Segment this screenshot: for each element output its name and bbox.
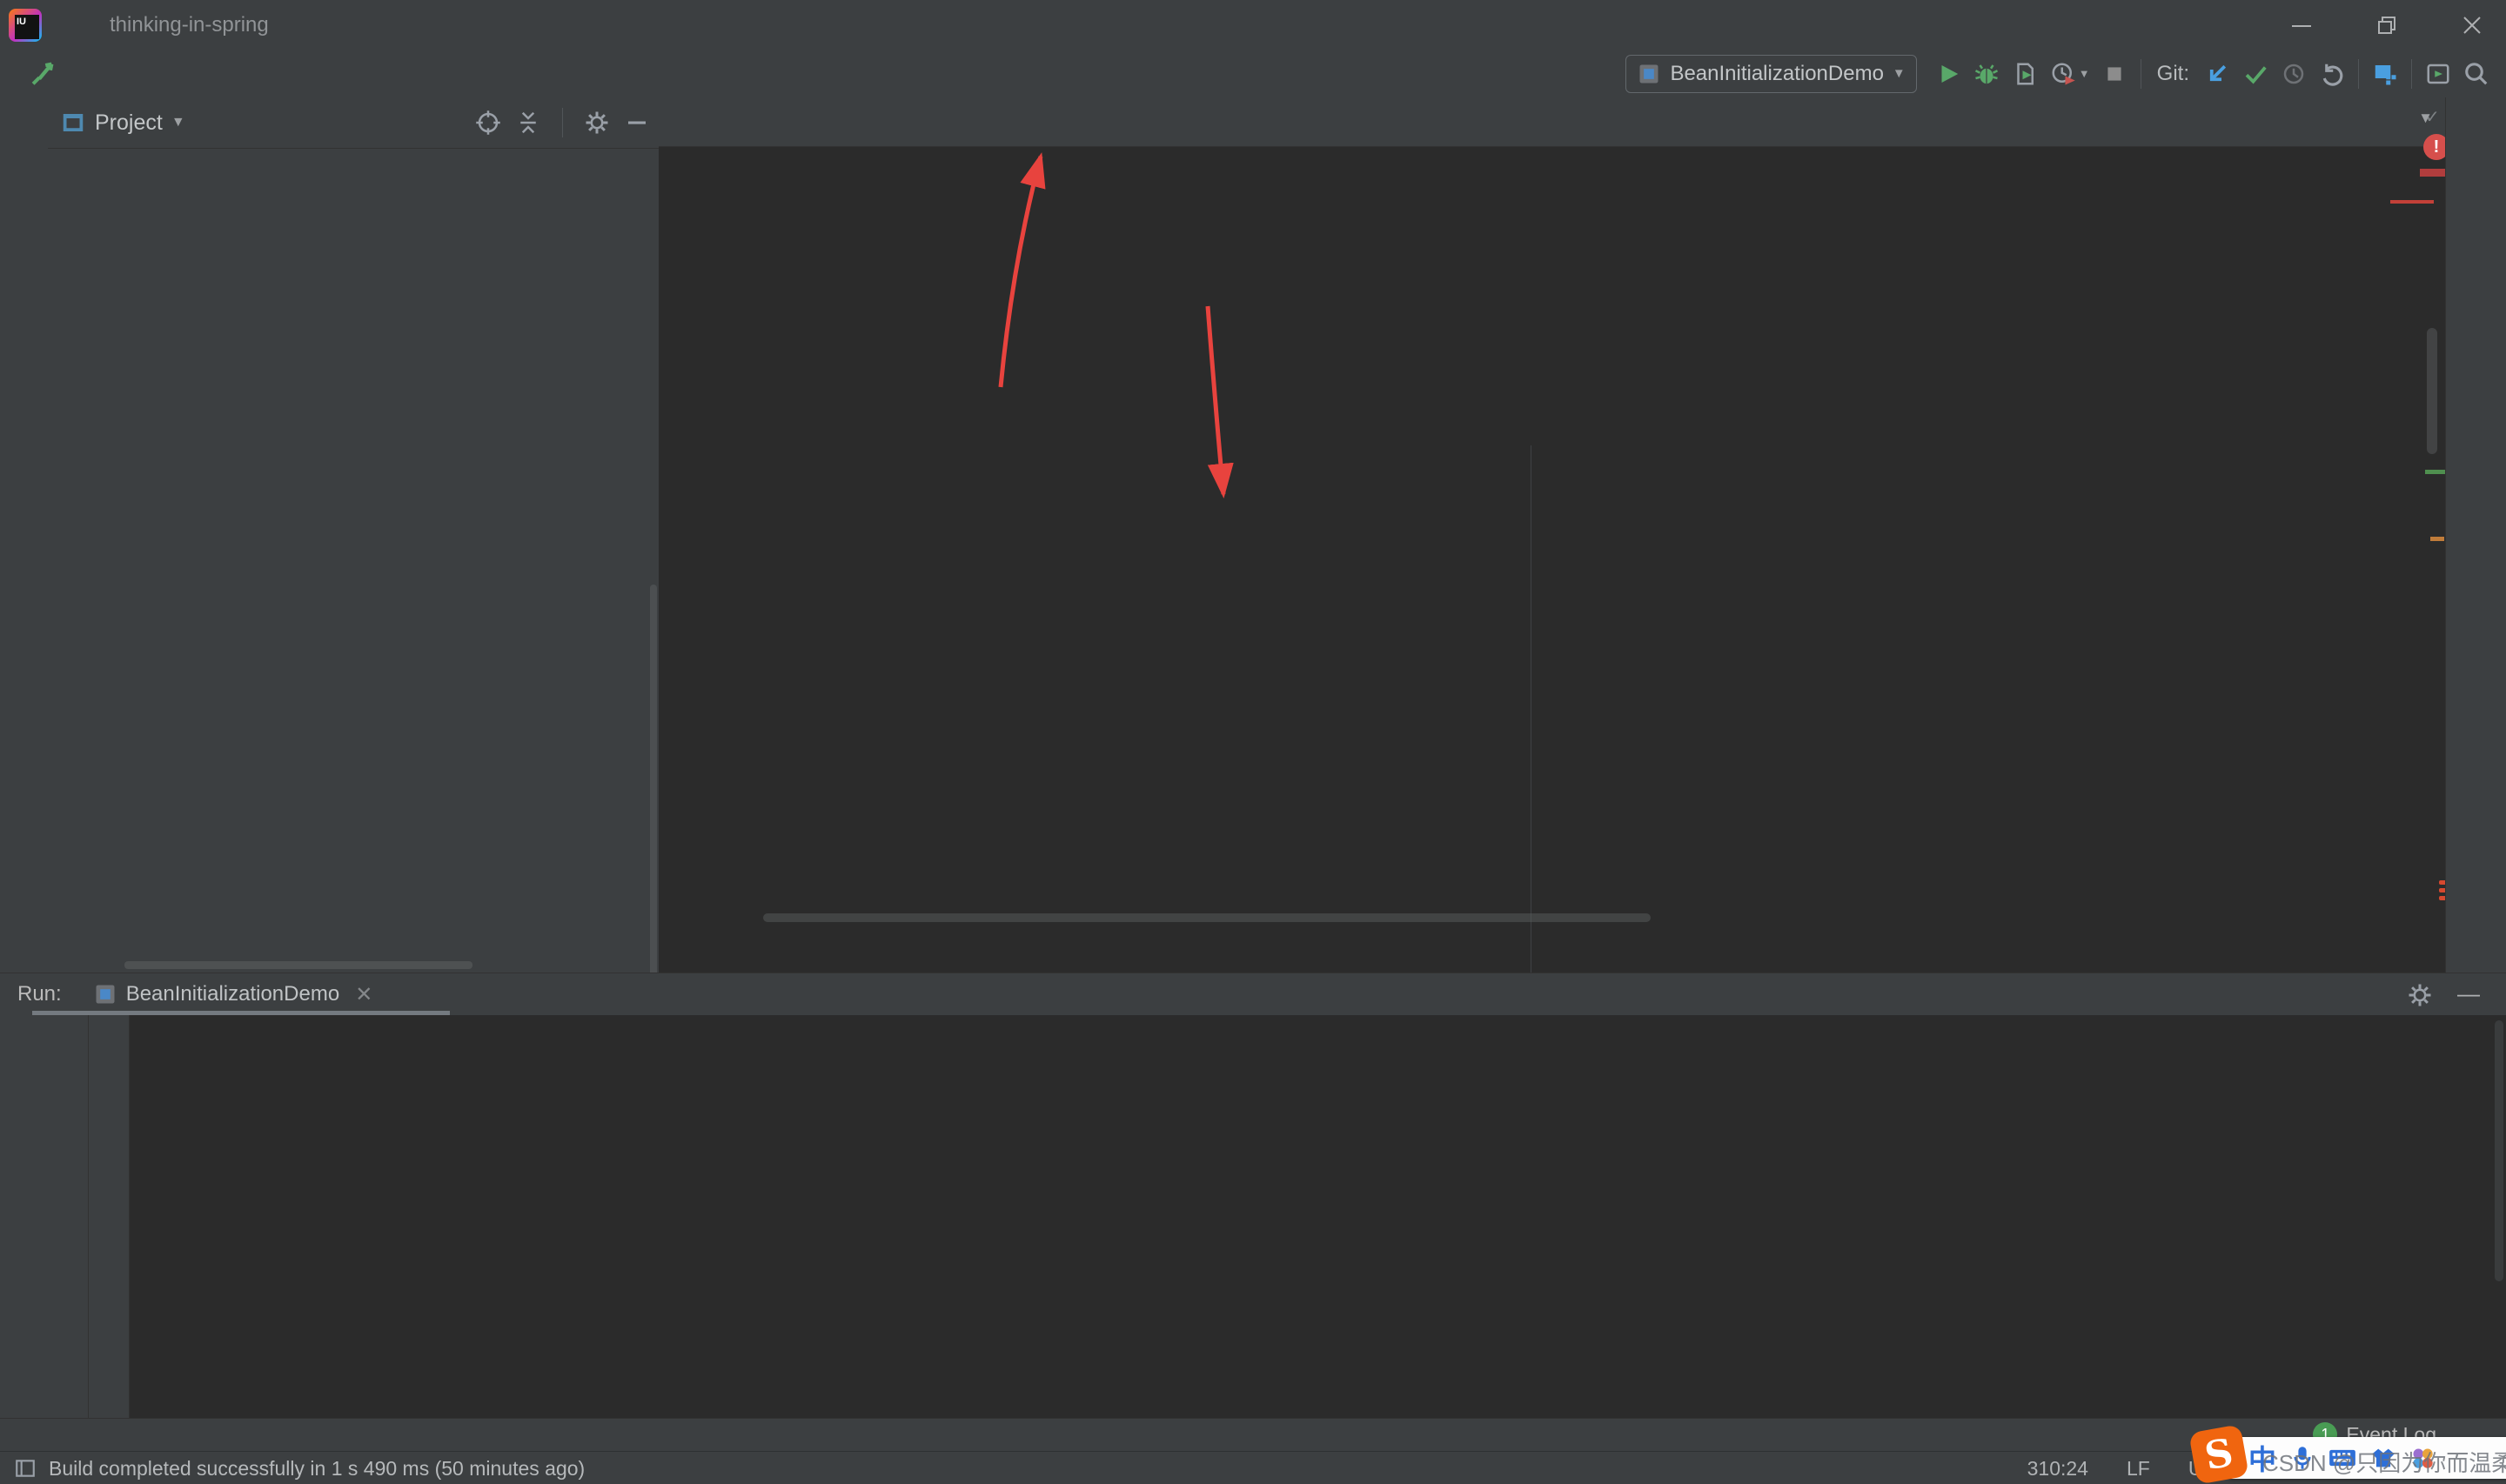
run-tool-window: Run: BeanInitializationDemo ✕ —: [0, 973, 2506, 1419]
close-icon[interactable]: ✕: [355, 982, 372, 1007]
console-scrollbar[interactable]: [2495, 1020, 2503, 1281]
status-message[interactable]: Build completed successfully in 1 s 490 …: [14, 1457, 585, 1481]
left-tool-stripe: [0, 97, 49, 973]
hide-panel-icon[interactable]: [624, 110, 650, 136]
run-header: Run: BeanInitializationDemo ✕ —: [0, 973, 2506, 1015]
chevron-down-icon[interactable]: ▼: [2079, 67, 2090, 80]
run-panel-label: Run:: [17, 982, 62, 1006]
collapse-all-icon[interactable]: [515, 110, 541, 136]
restore-button[interactable]: [2375, 14, 2398, 37]
project-icon: [60, 110, 86, 136]
minimize-button[interactable]: [2290, 14, 2313, 37]
run-configuration-select[interactable]: BeanInitializationDemo ▼: [1625, 55, 1916, 93]
error-underline: [2390, 200, 2434, 204]
editor-tabs: [659, 97, 2445, 147]
right-tool-stripe: [2445, 97, 2506, 973]
git-commit-button[interactable]: [2236, 55, 2275, 93]
run-anything-button[interactable]: [2419, 55, 2457, 93]
git-label: Git:: [2157, 62, 2189, 86]
editor-vertical-scrollbar[interactable]: [2427, 328, 2437, 454]
gear-icon[interactable]: [2407, 982, 2433, 1008]
watermark-overlay: 中 S CSDN @只因为你而温柔: [2158, 1423, 2506, 1484]
ime-logo: S: [2188, 1424, 2249, 1484]
history-button: [2275, 55, 2313, 93]
project-header[interactable]: Project ▼: [48, 97, 659, 149]
tool-window-bar: [0, 1418, 2506, 1452]
project-view-title: Project: [95, 110, 163, 136]
caret-position[interactable]: 310:24: [2027, 1457, 2088, 1481]
debug-button[interactable]: [1967, 55, 2006, 93]
editor-horizontal-scrollbar[interactable]: [763, 913, 1651, 922]
run-tab[interactable]: BeanInitializationDemo ✕: [84, 973, 382, 1015]
editor-area: ▼ ✓ !: [659, 97, 2445, 973]
ide-window: IU thinking-in-spring BeanInitialization…: [0, 0, 2506, 1484]
app-config-icon: [1637, 62, 1661, 86]
console-output[interactable]: [130, 1015, 2506, 1427]
project-horizontal-scrollbar[interactable]: [124, 961, 472, 969]
code-editor[interactable]: [659, 146, 2445, 973]
locate-file-icon[interactable]: [475, 110, 501, 136]
line-ending[interactable]: LF: [2127, 1457, 2150, 1481]
window-controls: [2290, 0, 2483, 50]
chevron-down-icon: ▼: [1893, 66, 1906, 81]
project-tool-window: Project ▼: [48, 97, 659, 973]
profiler-button[interactable]: [2044, 55, 2082, 93]
intellij-logo-icon: IU: [9, 9, 42, 42]
project-vertical-scrollbar[interactable]: [650, 585, 657, 973]
close-button[interactable]: [2461, 14, 2483, 37]
run-configuration-name: BeanInitializationDemo: [1670, 62, 1883, 86]
window-title: thinking-in-spring: [110, 13, 269, 37]
status-bar: Build completed successfully in 1 s 490 …: [0, 1451, 2506, 1484]
app-config-icon: [93, 982, 117, 1006]
inspection-ok-icon: ✓: [2425, 106, 2440, 128]
project-tree: [48, 148, 659, 973]
run-button[interactable]: [1929, 55, 1967, 93]
build-hammer-icon[interactable]: [23, 55, 61, 93]
warning-mark: [2430, 537, 2444, 541]
search-everywhere-button[interactable]: [2457, 55, 2496, 93]
gear-icon[interactable]: [584, 110, 610, 136]
hide-panel-icon[interactable]: —: [2457, 980, 2480, 1007]
console-toolbar: [89, 1015, 130, 1431]
rollback-button[interactable]: [2313, 55, 2351, 93]
run-tab-label: BeanInitializationDemo: [126, 982, 339, 1006]
coverage-button[interactable]: [2006, 55, 2044, 93]
git-update-button[interactable]: [2198, 55, 2236, 93]
navigation-bar: BeanInitializationDemo ▼ ▼ Git:: [0, 50, 2506, 98]
toolwindow-toggle-icon: [14, 1457, 37, 1480]
run-toolbar: [48, 1015, 89, 1431]
main-area: Project ▼ ▼ ✓ !: [0, 97, 2506, 973]
project-structure-button[interactable]: [2366, 55, 2404, 93]
csdn-watermark-text: CSDN @只因为你而温柔: [2262, 1446, 2506, 1478]
menu-bar: IU thinking-in-spring: [0, 0, 2506, 50]
stop-button: [2095, 55, 2134, 93]
chevron-down-icon: ▼: [171, 115, 185, 130]
